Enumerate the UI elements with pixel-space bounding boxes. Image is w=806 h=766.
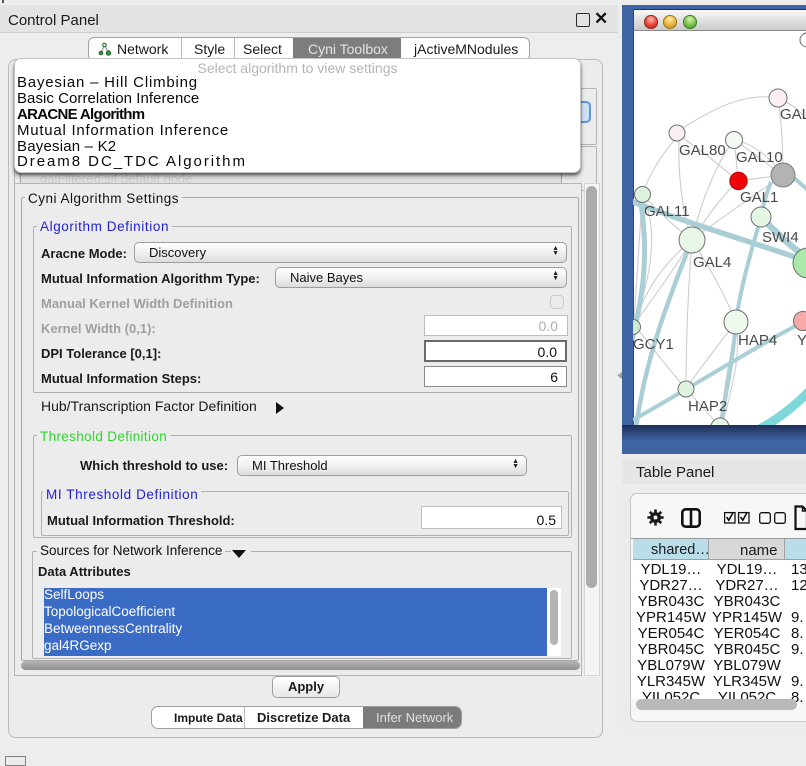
svg-text:YD: YD xyxy=(797,332,806,349)
svg-text:GAL10: GAL10 xyxy=(736,149,783,166)
svg-text:HAP2: HAP2 xyxy=(688,398,727,415)
svg-text:GCY1: GCY1 xyxy=(633,336,674,353)
svg-text:GAL11: GAL11 xyxy=(644,203,690,220)
svg-text:GAL80: GAL80 xyxy=(679,142,726,159)
svg-text:SWI4: SWI4 xyxy=(762,229,799,246)
svg-text:GAL4: GAL4 xyxy=(693,254,731,271)
svg-text:HAP4: HAP4 xyxy=(738,332,777,349)
svg-text:GAL7: GAL7 xyxy=(780,106,806,123)
svg-text:GAL1: GAL1 xyxy=(740,189,778,206)
